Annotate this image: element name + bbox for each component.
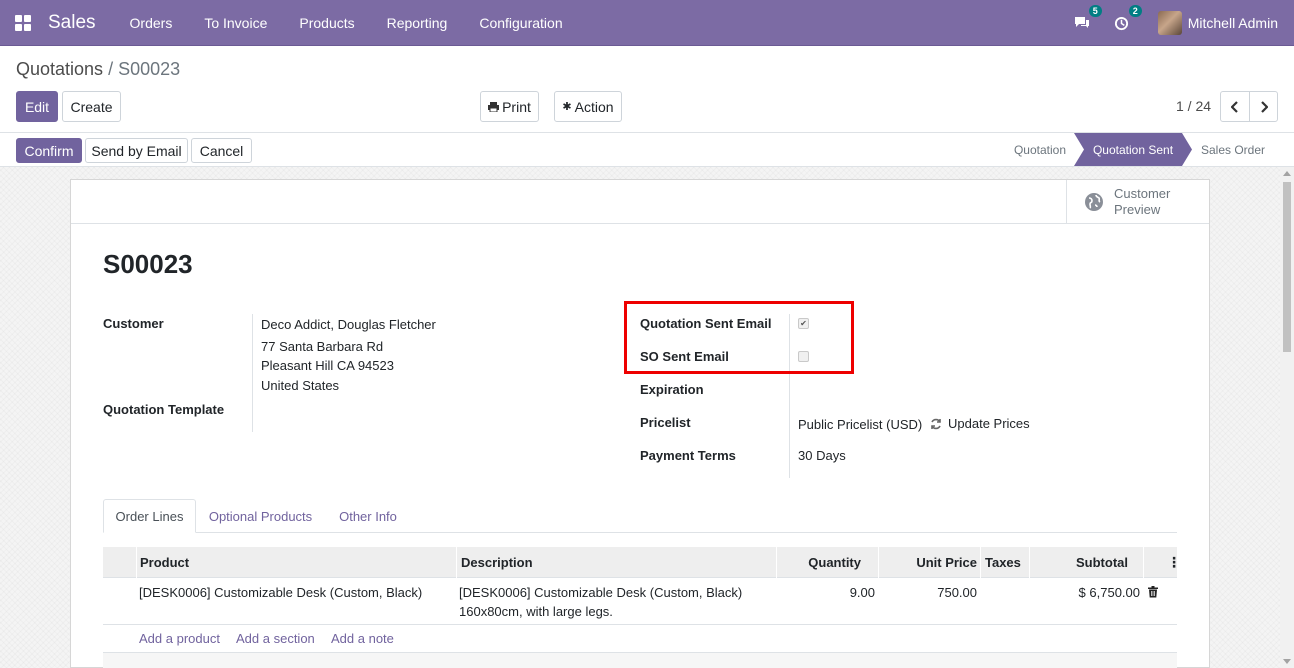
scrollbar[interactable] bbox=[1280, 167, 1294, 668]
customer-name-link[interactable]: Deco Addict, Douglas Fletcher bbox=[261, 317, 436, 332]
col-description[interactable]: Description bbox=[461, 547, 533, 578]
column-options-icon[interactable]: ⋮ bbox=[1167, 547, 1181, 578]
scroll-down-arrow[interactable] bbox=[1283, 659, 1291, 664]
breadcrumb-separator: / bbox=[108, 59, 114, 79]
row-unit-price: 750.00 bbox=[937, 585, 977, 600]
trash-icon[interactable] bbox=[1148, 586, 1158, 601]
user-avatar[interactable] bbox=[1157, 11, 1182, 35]
chevron-left-icon bbox=[1231, 100, 1238, 113]
payment-terms-value[interactable]: 30 Days bbox=[798, 448, 846, 463]
col-unit-price[interactable]: Unit Price bbox=[879, 547, 977, 578]
col-quantity[interactable]: Quantity bbox=[777, 547, 861, 578]
add-line-row: Add a product Add a section Add a note bbox=[103, 625, 1177, 653]
menu-to-invoice[interactable]: To Invoice bbox=[188, 0, 283, 46]
stage-quotation[interactable]: Quotation bbox=[1005, 133, 1075, 166]
messages-badge: 5 bbox=[1088, 5, 1102, 17]
form-sheet: Customer Preview S00023 Customer Deco Ad… bbox=[70, 179, 1210, 668]
customer-preview-button[interactable]: Customer Preview bbox=[1066, 180, 1209, 224]
table-header: Product Description Quantity Unit Price … bbox=[103, 547, 1181, 578]
add-product-link[interactable]: Add a product bbox=[139, 631, 220, 646]
col-product[interactable]: Product bbox=[140, 547, 189, 578]
pager-next-button[interactable] bbox=[1249, 91, 1278, 122]
activities-icon[interactable]: 2 bbox=[1112, 5, 1142, 33]
stage-sales-order[interactable]: Sales Order bbox=[1194, 133, 1272, 166]
record-name: S00023 bbox=[103, 249, 193, 279]
apps-menu-icon[interactable] bbox=[0, 0, 46, 46]
add-section-link[interactable]: Add a section bbox=[236, 631, 315, 646]
customer-address-line-2: Pleasant Hill CA 94523 bbox=[261, 358, 394, 373]
notebook-tabs: Order Lines Optional Products Other Info bbox=[103, 499, 1177, 533]
col-subtotal[interactable]: Subtotal bbox=[1030, 547, 1128, 578]
send-by-email-button[interactable]: Send by Email bbox=[85, 138, 188, 163]
payment-terms-label: Payment Terms bbox=[640, 448, 736, 463]
row-description-line-1: [DESK0006] Customizable Desk (Custom, Bl… bbox=[459, 585, 743, 600]
row-description-line-2: 160x80cm, with large legs. bbox=[459, 604, 613, 619]
confirm-button[interactable]: Confirm bbox=[16, 138, 82, 163]
statusbar: Confirm Send by Email Cancel Quotation Q… bbox=[0, 132, 1294, 167]
cancel-button[interactable]: Cancel bbox=[191, 138, 252, 163]
expiration-label: Expiration bbox=[640, 382, 704, 397]
menu-configuration[interactable]: Configuration bbox=[463, 0, 578, 46]
pricelist-label: Pricelist bbox=[640, 415, 691, 430]
highlight-box bbox=[624, 301, 854, 374]
scroll-thumb[interactable] bbox=[1283, 182, 1291, 352]
pager-previous-button[interactable] bbox=[1220, 91, 1250, 122]
print-label: Print bbox=[502, 98, 531, 115]
activities-badge: 2 bbox=[1128, 5, 1142, 17]
customer-label: Customer bbox=[103, 316, 164, 331]
edit-button[interactable]: Edit bbox=[16, 91, 58, 122]
tab-optional-products[interactable]: Optional Products bbox=[199, 499, 322, 533]
menu-products[interactable]: Products bbox=[283, 0, 370, 46]
col-taxes[interactable]: Taxes bbox=[985, 547, 1021, 578]
row-product[interactable]: [DESK0006] Customizable Desk (Custom, Bl… bbox=[139, 585, 422, 600]
table-row[interactable]: [DESK0006] Customizable Desk (Custom, Bl… bbox=[103, 578, 1177, 625]
left-group-divider bbox=[252, 314, 253, 432]
customer-address-line-3: United States bbox=[261, 378, 340, 393]
refresh-icon bbox=[931, 418, 941, 429]
gear-icon: ✱ bbox=[562, 101, 572, 113]
messages-icon[interactable]: 5 bbox=[1072, 5, 1102, 33]
app-name[interactable]: Sales bbox=[48, 12, 96, 34]
chevron-right-icon bbox=[1260, 100, 1268, 113]
customer-preview-label-1: Customer bbox=[1114, 186, 1171, 201]
button-box: Customer Preview bbox=[71, 180, 1209, 224]
action-label: Action bbox=[574, 98, 614, 115]
print-icon bbox=[488, 101, 500, 112]
pager-value[interactable]: 1 / 24 bbox=[1176, 98, 1211, 114]
breadcrumb-current: S00023 bbox=[118, 59, 181, 79]
menu-orders[interactable]: Orders bbox=[114, 0, 189, 46]
tab-order-lines[interactable]: Order Lines bbox=[103, 499, 196, 533]
menu-reporting[interactable]: Reporting bbox=[371, 0, 464, 46]
row-subtotal: $ 6,750.00 bbox=[1078, 585, 1140, 600]
table-footer bbox=[103, 653, 1177, 668]
update-prices-label: Update Prices bbox=[948, 416, 1030, 431]
create-button[interactable]: Create bbox=[62, 91, 121, 122]
row-quantity: 9.00 bbox=[849, 585, 875, 600]
pricelist-value[interactable]: Public Pricelist (USD) bbox=[798, 417, 922, 432]
breadcrumb: Quotations / S00023 bbox=[16, 59, 180, 80]
update-prices-button[interactable]: Update Prices bbox=[930, 416, 1030, 431]
customer-address-line-1: 77 Santa Barbara Rd bbox=[261, 339, 384, 354]
user-name[interactable]: Mitchell Admin bbox=[1188, 15, 1278, 31]
top-navbar: Sales Orders To Invoice Products Reporti… bbox=[0, 0, 1294, 46]
print-button[interactable]: Print bbox=[480, 91, 539, 122]
scroll-up-arrow[interactable] bbox=[1283, 171, 1291, 176]
globe-icon bbox=[1085, 193, 1103, 211]
customer-preview-label-2: Preview bbox=[1114, 202, 1161, 217]
action-button[interactable]: ✱ Action bbox=[554, 91, 622, 122]
tab-other-info[interactable]: Other Info bbox=[327, 499, 409, 533]
add-note-link[interactable]: Add a note bbox=[331, 631, 394, 646]
stage-quotation-sent[interactable]: Quotation Sent bbox=[1074, 133, 1192, 166]
breadcrumb-quotations[interactable]: Quotations bbox=[16, 59, 103, 79]
quotation-template-label: Quotation Template bbox=[103, 402, 225, 417]
